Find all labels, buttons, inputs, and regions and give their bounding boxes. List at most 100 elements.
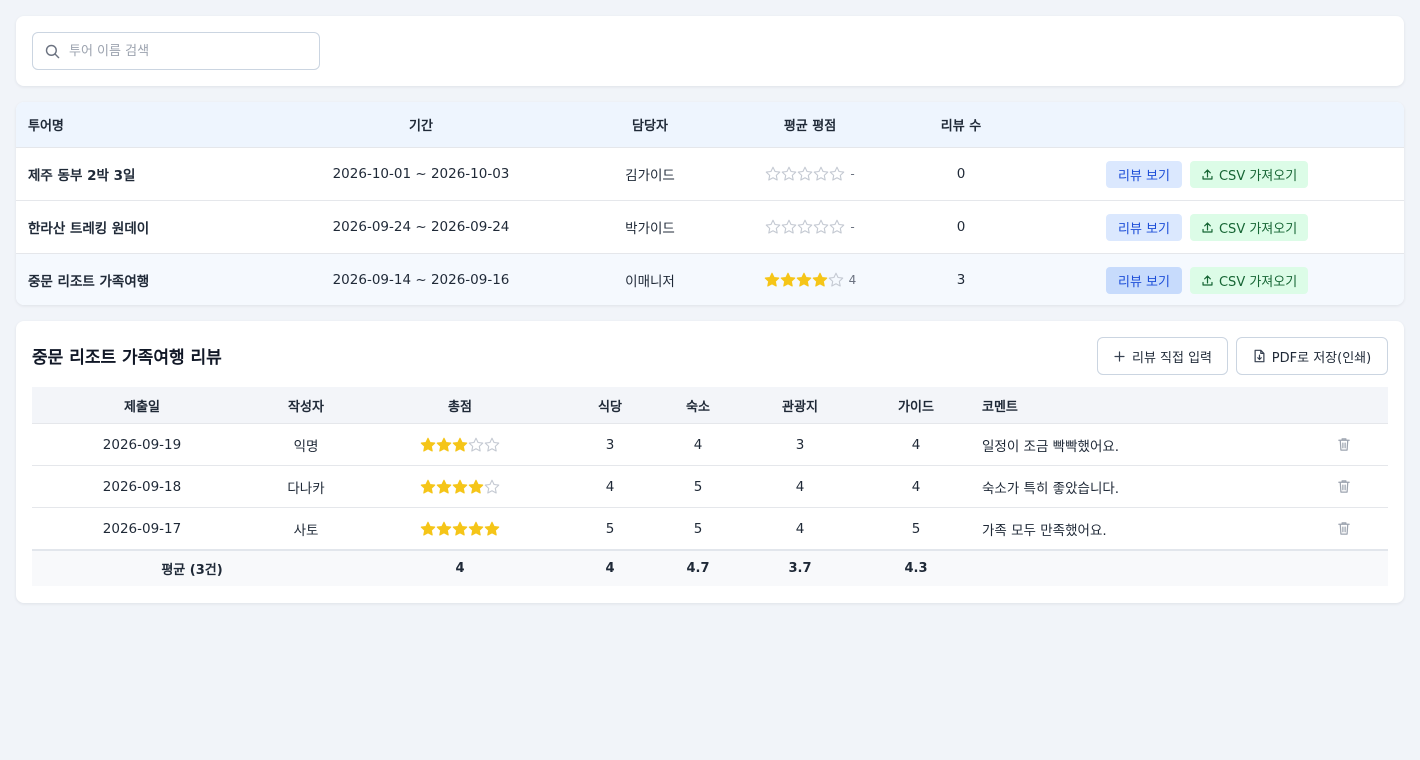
star-empty-icon <box>814 219 829 234</box>
save-pdf-label: PDF로 저장(인쇄) <box>1271 350 1372 366</box>
tour-review-count: 0 <box>956 166 966 182</box>
star-filled-icon <box>468 479 484 494</box>
header-tour-name: 투어명 <box>28 119 64 134</box>
star-filled-icon <box>764 272 779 287</box>
review-sight: 4 <box>795 478 805 495</box>
save-pdf-button[interactable]: PDF로 저장(인쇄) <box>1236 337 1388 375</box>
tour-rating: - <box>738 201 882 253</box>
review-total <box>360 508 560 549</box>
view-reviews-button[interactable]: 리뷰 보기 <box>1106 160 1182 188</box>
review-guide: 4 <box>911 478 921 495</box>
review-date: 2026-09-19 <box>102 436 182 453</box>
review-comment: 가족 모두 만족했어요. <box>982 522 1107 539</box>
add-review-label: 리뷰 직접 입력 <box>1131 350 1213 366</box>
star-filled-icon <box>436 479 452 494</box>
review-guide: 5 <box>911 520 921 537</box>
delete-review-button[interactable] <box>1337 521 1351 536</box>
delete-review-button[interactable] <box>1337 437 1351 452</box>
average-stay: 4.7 <box>686 561 710 576</box>
review-delete-cell <box>1328 508 1360 549</box>
review-date: 2026-09-18 <box>102 478 182 495</box>
view-reviews-button[interactable]: 리뷰 보기 <box>1106 266 1182 294</box>
star-filled-icon <box>468 521 484 536</box>
rating-value: - <box>850 220 855 234</box>
star-filled-icon <box>452 479 468 494</box>
review-food: 5 <box>605 520 615 537</box>
star-empty-icon <box>782 219 797 234</box>
average-guide: 4.3 <box>904 561 928 576</box>
csv-import-button[interactable]: CSV 가져오기 <box>1189 160 1309 188</box>
header-manager: 담당자 <box>632 119 668 134</box>
star-filled-icon <box>420 521 436 536</box>
star-empty-icon <box>766 166 781 181</box>
view-reviews-button[interactable]: 리뷰 보기 <box>1106 213 1182 241</box>
review-date: 2026-09-17 <box>102 520 182 537</box>
header-guide: 가이드 <box>898 399 934 415</box>
trash-icon <box>1338 522 1350 535</box>
tour-manager: 김가이드 <box>625 168 675 184</box>
tour-manager: 이매니저 <box>625 274 675 290</box>
tour-name: 제주 동부 2박 3일 <box>28 168 136 184</box>
review-comment: 숙소가 특히 좋았습니다. <box>982 480 1120 497</box>
star-empty-icon <box>484 437 500 452</box>
star-filled-icon <box>452 521 468 536</box>
tour-name: 한라산 트레킹 원데이 <box>28 221 150 237</box>
review-row: 2026-09-17 사토 5 5 4 5 가족 모두 만족했어요. <box>32 507 1388 549</box>
star-empty-icon <box>798 166 813 181</box>
delete-review-button[interactable] <box>1337 479 1351 494</box>
tour-actions: 리뷰 보기 CSV 가져오기 <box>1106 254 1309 305</box>
header-date: 제출일 <box>124 399 160 415</box>
csv-import-button[interactable]: CSV 가져오기 <box>1189 266 1309 294</box>
review-sight: 4 <box>795 520 805 537</box>
star-empty-icon <box>830 166 845 181</box>
add-review-button[interactable]: 리뷰 직접 입력 <box>1097 337 1228 375</box>
tour-review-count: 3 <box>956 272 966 288</box>
tours-table-header: 투어명 기간 담당자 평균 평점 리뷰 수 <box>16 102 1404 147</box>
star-empty-icon <box>782 166 797 181</box>
header-review-count: 리뷰 수 <box>940 119 982 134</box>
csv-import-label: CSV 가져오기 <box>1218 168 1298 184</box>
tour-review-count: 0 <box>956 219 966 235</box>
star-empty-icon <box>766 219 781 234</box>
review-comment: 일정이 조금 빡빡했어요. <box>982 438 1120 455</box>
star-filled-icon <box>420 437 436 452</box>
csv-import-button[interactable]: CSV 가져오기 <box>1189 213 1309 241</box>
tour-actions: 리뷰 보기 CSV 가져오기 <box>1106 148 1309 200</box>
file-download-icon <box>1254 349 1265 363</box>
rating-value: - <box>850 167 855 181</box>
reviews-panel: 중문 리조트 가족여행 리뷰 리뷰 직접 입력 PDF로 저장(인쇄) 제출일 … <box>16 321 1404 603</box>
review-food: 3 <box>605 436 615 453</box>
tour-rating: - <box>738 148 882 200</box>
trash-icon <box>1338 480 1350 493</box>
star-rating <box>765 219 845 235</box>
search-input[interactable] <box>69 33 313 69</box>
star-rating <box>420 437 500 453</box>
search-panel <box>16 16 1404 86</box>
review-total <box>360 466 560 507</box>
reviews-title: 중문 리조트 가족여행 리뷰 <box>32 348 222 368</box>
star-empty-icon <box>828 272 843 287</box>
star-rating <box>764 272 844 288</box>
header-food: 식당 <box>598 399 622 415</box>
star-filled-icon <box>484 521 500 536</box>
header-author: 작성자 <box>288 399 324 415</box>
star-empty-icon <box>468 437 484 452</box>
tour-period: 2026-10-01 ~ 2026-10-03 <box>332 166 510 182</box>
header-avg-rating: 평균 평점 <box>783 119 837 134</box>
tour-actions: 리뷰 보기 CSV 가져오기 <box>1106 201 1309 253</box>
upload-icon <box>1202 274 1213 286</box>
header-comment: 코멘트 <box>982 399 1018 415</box>
average-label: 평균 (3건) <box>161 563 223 578</box>
star-filled-icon <box>796 272 811 287</box>
tour-period: 2026-09-14 ~ 2026-09-16 <box>332 272 510 288</box>
star-rating <box>420 521 500 537</box>
search-box[interactable] <box>32 32 320 70</box>
header-sight: 관광지 <box>782 399 818 415</box>
header-total: 총점 <box>448 399 472 415</box>
tours-table: 투어명 기간 담당자 평균 평점 리뷰 수 제주 동부 2박 3일 2026-1… <box>16 102 1404 305</box>
star-filled-icon <box>436 521 452 536</box>
star-rating <box>420 479 500 495</box>
review-sight: 3 <box>795 436 805 453</box>
review-author: 익명 <box>293 438 319 455</box>
review-total <box>360 424 560 465</box>
